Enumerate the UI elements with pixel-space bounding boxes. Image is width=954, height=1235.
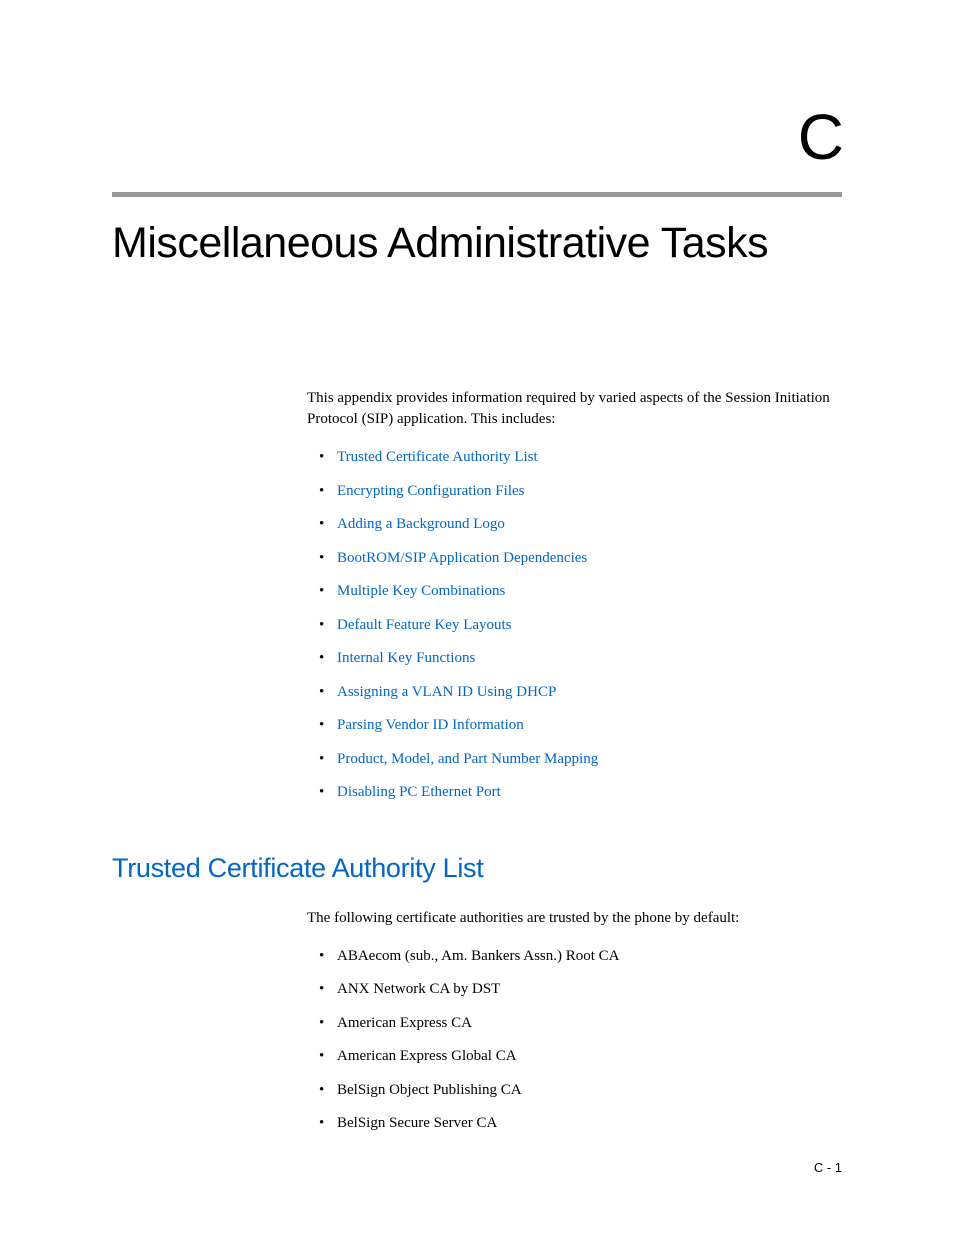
toc-item: Assigning a VLAN ID Using DHCP	[319, 683, 842, 703]
toc-item: BootROM/SIP Application Dependencies	[319, 549, 842, 569]
page: C Miscellaneous Administrative Tasks Thi…	[0, 0, 954, 1235]
ca-item: American Express Global CA	[319, 1047, 842, 1067]
toc-link[interactable]: Internal Key Functions	[337, 650, 475, 666]
toc-item: Internal Key Functions	[319, 649, 842, 669]
toc-link[interactable]: Default Feature Key Layouts	[337, 617, 512, 633]
toc-link[interactable]: Disabling PC Ethernet Port	[337, 784, 501, 800]
ca-item: ABAecom (sub., Am. Bankers Assn.) Root C…	[319, 947, 842, 967]
section-intro: The following certificate authorities ar…	[307, 908, 842, 929]
section-body: The following certificate authorities ar…	[307, 908, 842, 1134]
toc-item: Adding a Background Logo	[319, 515, 842, 535]
toc-item: Parsing Vendor ID Information	[319, 716, 842, 736]
chapter-title: Miscellaneous Administrative Tasks	[112, 219, 842, 268]
chapter-letter: C	[112, 100, 842, 174]
ca-list: ABAecom (sub., Am. Bankers Assn.) Root C…	[319, 947, 842, 1134]
horizontal-rule	[112, 192, 842, 197]
table-of-contents: Trusted Certificate Authority List Encry…	[319, 448, 842, 803]
toc-link[interactable]: Parsing Vendor ID Information	[337, 717, 524, 733]
toc-item: Trusted Certificate Authority List	[319, 448, 842, 468]
toc-link[interactable]: Adding a Background Logo	[337, 516, 505, 532]
toc-item: Product, Model, and Part Number Mapping	[319, 750, 842, 770]
toc-item: Default Feature Key Layouts	[319, 616, 842, 636]
ca-item: ANX Network CA by DST	[319, 980, 842, 1000]
page-number: C - 1	[814, 1160, 842, 1175]
toc-link[interactable]: Multiple Key Combinations	[337, 583, 505, 599]
body-content: This appendix provides information requi…	[307, 388, 842, 803]
ca-item: BelSign Object Publishing CA	[319, 1081, 842, 1101]
toc-item: Encrypting Configuration Files	[319, 482, 842, 502]
toc-link[interactable]: Trusted Certificate Authority List	[337, 449, 538, 465]
toc-item: Disabling PC Ethernet Port	[319, 783, 842, 803]
section-heading: Trusted Certificate Authority List	[112, 853, 842, 884]
toc-link[interactable]: Encrypting Configuration Files	[337, 483, 524, 499]
toc-item: Multiple Key Combinations	[319, 582, 842, 602]
intro-paragraph: This appendix provides information requi…	[307, 388, 842, 430]
toc-link[interactable]: Assigning a VLAN ID Using DHCP	[337, 684, 556, 700]
toc-link[interactable]: Product, Model, and Part Number Mapping	[337, 751, 598, 767]
ca-item: American Express CA	[319, 1014, 842, 1034]
toc-link[interactable]: BootROM/SIP Application Dependencies	[337, 550, 587, 566]
ca-item: BelSign Secure Server CA	[319, 1114, 842, 1134]
